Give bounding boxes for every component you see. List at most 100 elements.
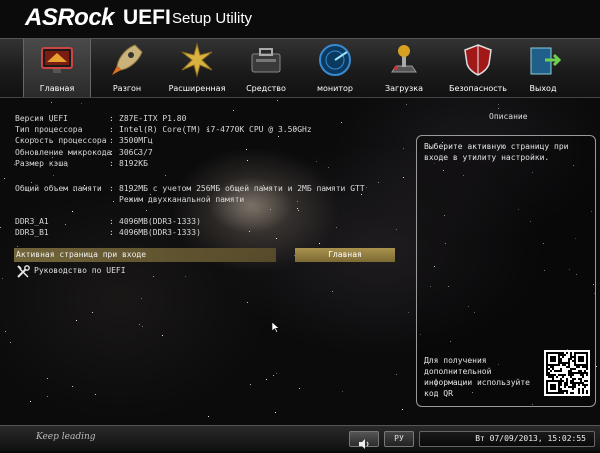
star bbox=[278, 136, 279, 137]
star bbox=[141, 298, 142, 299]
star bbox=[162, 335, 163, 336]
tab-advanced-label: Расширенная bbox=[168, 84, 226, 93]
info-value: 4096MB(DDR3-1333) bbox=[119, 217, 201, 226]
star bbox=[247, 302, 248, 303]
info-key: Тип процессора bbox=[15, 125, 83, 135]
star bbox=[498, 104, 499, 105]
bottom-bar: Keep leading РУ Вт 07/09/2013, 15:02:55 bbox=[0, 425, 600, 451]
star bbox=[17, 246, 18, 247]
uefi-guide-label: Руководство по UEFI bbox=[34, 266, 126, 275]
active-page-select[interactable]: Главная bbox=[295, 248, 395, 262]
star bbox=[297, 201, 298, 202]
tab-bar: Главная Разгон Расширенная Средство мони… bbox=[0, 38, 600, 98]
star bbox=[408, 312, 409, 313]
star bbox=[53, 175, 54, 176]
star bbox=[51, 102, 52, 103]
star bbox=[403, 148, 404, 149]
star bbox=[4, 178, 5, 179]
star bbox=[72, 386, 73, 387]
description-title: Описание bbox=[489, 112, 528, 121]
sound-button[interactable] bbox=[349, 431, 379, 449]
info-key: Размер кэша bbox=[15, 158, 68, 168]
shield-icon bbox=[460, 42, 496, 78]
star bbox=[153, 276, 154, 277]
info-value: 306C3/7 bbox=[119, 147, 153, 157]
tab-security-label: Безопасность bbox=[449, 84, 507, 93]
tab-monitor-label: монитор bbox=[317, 84, 353, 93]
radar-icon bbox=[317, 42, 353, 78]
star bbox=[366, 187, 367, 188]
star bbox=[0, 227, 1, 228]
language-button[interactable]: РУ bbox=[384, 431, 414, 447]
star bbox=[277, 100, 278, 101]
star bbox=[95, 394, 96, 395]
star bbox=[72, 211, 73, 212]
star bbox=[402, 409, 403, 410]
star bbox=[185, 276, 186, 277]
tab-main[interactable]: Главная bbox=[23, 39, 91, 97]
info-key: DDR3_A1 bbox=[15, 217, 49, 226]
star bbox=[92, 312, 93, 313]
info-key: Обновление микрокода bbox=[15, 147, 112, 157]
joystick-icon bbox=[386, 42, 422, 78]
tab-exit[interactable]: Выход bbox=[510, 39, 576, 97]
rocket-icon bbox=[109, 42, 145, 78]
star bbox=[273, 375, 274, 376]
tab-security[interactable]: Безопасность bbox=[445, 39, 511, 97]
header: ASRock UEFI Setup Utility bbox=[0, 0, 600, 38]
star bbox=[403, 177, 404, 178]
asrock-logo: ASRock bbox=[25, 4, 115, 31]
info-value: Режим двухканальной памяти bbox=[119, 195, 245, 205]
star bbox=[332, 291, 333, 292]
info-key: Скорость процессора bbox=[15, 136, 107, 146]
qr-help-text: Для получения дополнительной информации … bbox=[424, 356, 530, 398]
tab-advanced[interactable]: Расширенная bbox=[164, 39, 230, 97]
star bbox=[247, 160, 248, 161]
active-page-setting[interactable]: Активная страница при входе bbox=[14, 248, 276, 262]
tab-monitor[interactable]: монитор bbox=[302, 39, 368, 97]
speaker-icon bbox=[359, 434, 371, 453]
star bbox=[81, 103, 82, 104]
star bbox=[328, 167, 329, 168]
tab-overclock-label: Разгон bbox=[112, 84, 142, 93]
tab-main-label: Главная bbox=[39, 84, 75, 93]
tab-tool-label: Средство bbox=[246, 84, 286, 93]
star bbox=[498, 108, 499, 109]
star bbox=[139, 324, 140, 325]
info-value: 3500МГц bbox=[119, 136, 153, 146]
tab-tool[interactable]: Средство bbox=[233, 39, 299, 97]
star bbox=[165, 175, 166, 176]
star bbox=[276, 238, 277, 239]
setup-utility-title: Setup Utility bbox=[172, 10, 253, 27]
description-text: Выберите активную страницу при входе в у… bbox=[424, 142, 569, 162]
star bbox=[65, 224, 66, 225]
star bbox=[5, 331, 6, 332]
qr-code-icon bbox=[544, 350, 590, 396]
wrench-screwdriver-icon bbox=[16, 264, 30, 278]
star bbox=[208, 416, 209, 417]
star bbox=[30, 401, 31, 402]
exit-door-icon bbox=[525, 42, 562, 78]
info-key: Версия UEFI bbox=[15, 114, 68, 123]
star bbox=[47, 396, 48, 397]
mouse-cursor-icon bbox=[271, 318, 280, 337]
keep-leading-slogan: Keep leading bbox=[36, 432, 96, 442]
star bbox=[249, 231, 250, 232]
star bbox=[270, 209, 271, 210]
star bbox=[10, 342, 11, 343]
star bbox=[142, 326, 143, 327]
star bbox=[146, 210, 147, 211]
uefi-title: UEFI bbox=[123, 6, 171, 29]
star bbox=[341, 122, 342, 123]
info-value: Intel(R) Core(TM) i7-4770K CPU @ 3.50GHz bbox=[119, 125, 312, 135]
star bbox=[246, 149, 247, 150]
tab-overclock[interactable]: Разгон bbox=[94, 39, 160, 97]
star bbox=[596, 366, 597, 367]
star bbox=[76, 320, 77, 321]
info-value: 8192МБ с учетом 256МБ общей памяти и 2МБ… bbox=[119, 184, 365, 193]
datetime-display: Вт 07/09/2013, 15:02:55 bbox=[419, 431, 595, 447]
tab-boot[interactable]: Загрузка bbox=[371, 39, 437, 97]
star bbox=[298, 210, 299, 211]
toolbox-icon bbox=[248, 42, 284, 78]
tab-boot-label: Загрузка bbox=[384, 84, 424, 93]
